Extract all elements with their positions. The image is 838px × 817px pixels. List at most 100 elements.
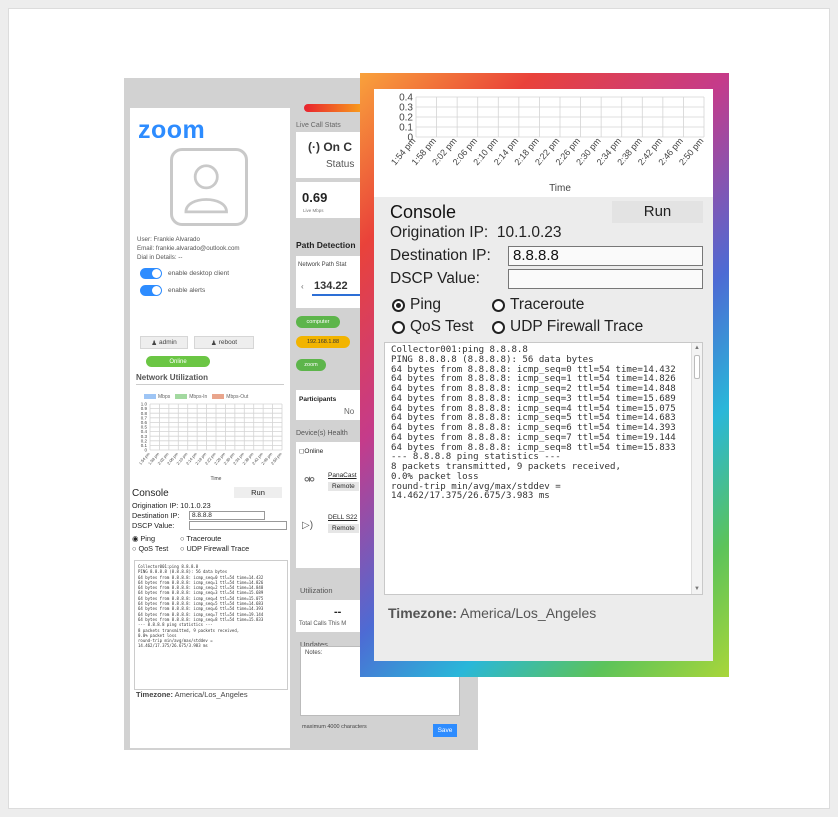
network-utilization-title: Network Utilization (136, 373, 209, 382)
divider (136, 384, 284, 385)
radio-traceroute-label: Traceroute (510, 296, 585, 313)
zoom-logo: zoom (138, 116, 206, 144)
participants-empty: No (344, 407, 355, 416)
destination-ip-label: Destination IP: (390, 247, 491, 264)
toggle-desktop-client-row[interactable]: enable desktop client (140, 268, 229, 279)
radio-button[interactable] (492, 298, 505, 312)
user-info: User: Frankie Alvarado Email: frankie.al… (137, 235, 289, 262)
scrollbar[interactable]: ▲ ▼ (691, 343, 702, 594)
radio-qos-test[interactable]: QoS Test (392, 318, 473, 336)
small-console: Console Run Origination IP: 10.1.0.23 De… (130, 483, 290, 713)
admin-label: admin (159, 339, 177, 346)
small-origination-ip: Origination IP: 10.1.0.23 (132, 501, 211, 510)
radio-traceroute[interactable]: Traceroute (492, 296, 584, 314)
scroll-thumb[interactable] (694, 355, 700, 379)
console-title: Console (390, 202, 457, 222)
status-label: Status (326, 159, 355, 170)
console-output-text: Collector001:ping 8.8.8.8 PING 8.8.8.8 (… (391, 345, 676, 502)
timezone-value: America/Los_Angeles (460, 605, 597, 621)
radio-udp-label: UDP Firewall Trace (510, 318, 644, 335)
dscp-value-label: DSCP Value: (390, 270, 480, 287)
left-panel: zoom User: Frankie Alvarado Email: frank… (130, 108, 290, 748)
toggle-desktop-client[interactable] (140, 268, 162, 279)
pill-computer[interactable]: computer (296, 316, 340, 328)
small-destination-input[interactable]: 8.8.8.8 (189, 511, 265, 520)
toggle-alerts-row[interactable]: enable alerts (140, 285, 205, 296)
total-calls-value: -- (334, 606, 342, 618)
notes-label: Notes: (305, 650, 323, 656)
small-timezone: Timezone: America/Los_Angeles (136, 690, 248, 699)
dscp-value-input[interactable] (508, 269, 703, 289)
admin-button[interactable]: ♟ admin (140, 336, 188, 349)
radio-qos-label: QoS Test (410, 318, 474, 335)
radio-ping-label: Ping (410, 296, 442, 313)
radio-ping[interactable]: Ping (392, 296, 441, 314)
pill-ip[interactable]: 192.168.1.88 (296, 336, 350, 348)
ip-value: 134.22 (314, 280, 348, 292)
microphone-icon: ⚮ (304, 472, 315, 487)
radio-button[interactable] (392, 320, 405, 334)
small-radio-udp[interactable]: ○ UDP Firewall Trace (180, 544, 249, 553)
small-radio-qos[interactable]: ○ QoS Test (132, 544, 168, 553)
small-dscp-label: DSCP Value: (132, 521, 175, 530)
device1-remote-button[interactable]: Remote (328, 482, 359, 491)
speaker-icon: ▷) (302, 520, 314, 531)
console-panel: Console Run Origination IP: 10.1.0.23 De… (374, 197, 713, 661)
run-button[interactable]: Run (612, 201, 703, 223)
zoom-callout: 0.4 0.3 0.2 0.1 0 1:54 pm 1:58 pm 2:02 pm 2:06 p… (374, 89, 713, 661)
utilization-title: Utilization (300, 586, 333, 595)
origination-ip-value: 10.1.0.23 (496, 224, 562, 241)
x-axis-label: Time (211, 476, 222, 482)
small-radio-traceroute[interactable]: ○ Traceroute (180, 534, 221, 543)
user-email: Email: frankie.alvarado@outlook.com (137, 245, 240, 252)
max-chars-note: maximum 4000 characters (302, 724, 367, 730)
small-console-title: Console (132, 488, 169, 499)
device-health-title: Device(s) Health (296, 430, 348, 437)
x-axis-label: Time (549, 183, 571, 194)
network-utilization-chart: 0.40.30.20.101:54 pm1:58 pm2:02 pm2:06 p… (374, 89, 713, 197)
pill-zoom[interactable]: zoom (296, 359, 326, 371)
radio-button-checked[interactable] (392, 298, 405, 312)
x-tick-label: 2:50 pm (270, 451, 284, 466)
toggle-alerts-label: enable alerts (168, 287, 206, 294)
live-call-stats-title: Live Call Stats (296, 122, 341, 129)
total-calls-label: Total Calls This M (299, 621, 347, 627)
reboot-label: reboot (218, 339, 238, 346)
console-output[interactable]: Collector001:ping 8.8.8.8 PING 8.8.8.8 (… (384, 342, 703, 595)
person-icon: ♟ (210, 339, 217, 347)
toggle-desktop-label: enable desktop client (168, 270, 230, 277)
timezone-label: Timezone: (388, 605, 457, 621)
destination-ip-input[interactable]: 8.8.8.8 (508, 246, 703, 266)
dial-in-details: Dial in Details: -- (137, 254, 183, 261)
scroll-up-icon[interactable]: ▲ (694, 345, 700, 351)
small-destination-label: Destination IP: (132, 511, 180, 520)
device2-remote-button[interactable]: Remote (328, 524, 359, 533)
on-call-label: (·) On C (308, 140, 352, 154)
person-icon: ♟ (151, 339, 158, 347)
tab-participants[interactable]: Participants (299, 396, 336, 403)
network-path-status: Network Path Stat (298, 262, 347, 268)
origination-ip-label: Origination IP: (390, 224, 489, 241)
user-name: User: Frankie Alvarado (137, 236, 200, 243)
small-console-output: Collector001:ping 8.8.8.8 PING 8.8.8.8 (… (134, 560, 288, 690)
avatar (170, 148, 248, 226)
small-dscp-input[interactable] (189, 521, 287, 530)
live-mbps-value: 0.69 (302, 190, 328, 205)
timezone: Timezone: America/Los_Angeles (388, 605, 596, 621)
scroll-down-icon[interactable]: ▼ (694, 586, 700, 592)
reboot-button[interactable]: ♟ reboot (194, 336, 254, 349)
origination-ip: Origination IP: 10.1.0.23 (390, 224, 562, 242)
small-radio-ping[interactable]: ◉ Ping (132, 534, 155, 543)
chevron-left-icon[interactable]: ‹ (301, 282, 304, 291)
toggle-alerts[interactable] (140, 285, 162, 296)
device1-name: PanaCast (328, 472, 357, 479)
small-run-button[interactable]: Run (234, 487, 282, 498)
radio-button[interactable] (492, 320, 505, 334)
radio-udp-firewall-trace[interactable]: UDP Firewall Trace (492, 318, 643, 336)
path-detection-title: Path Detection (296, 240, 356, 250)
zoom-callout-frame: 0.4 0.3 0.2 0.1 0 1:54 pm 1:58 pm 2:02 pm 2:06 p… (360, 73, 729, 677)
live-mbps-unit: Live Mbps (303, 208, 324, 213)
save-button[interactable]: Save (433, 724, 457, 737)
gradient-bar (304, 104, 364, 112)
device2-name: DELL S22 (328, 514, 358, 521)
